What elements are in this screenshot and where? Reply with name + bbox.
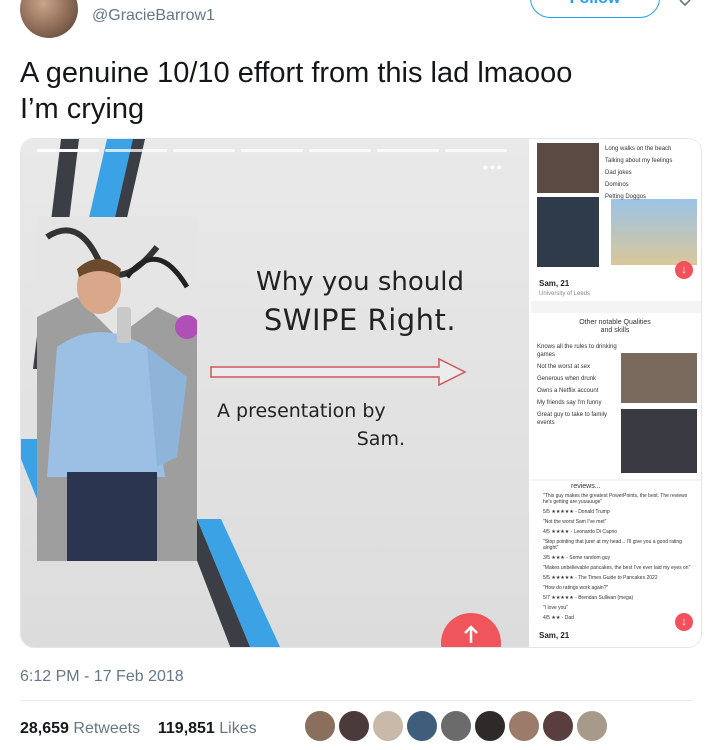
retweets-count[interactable]: 28,659 bbox=[20, 720, 69, 737]
tweet-header: @GracieBarrow1 Follow bbox=[0, 0, 713, 40]
list-item: "I love you" bbox=[543, 605, 568, 611]
divider bbox=[20, 700, 693, 701]
list-item: 5/7 ★★★★★ - Brendan Sullivan (mega) bbox=[543, 595, 634, 601]
tweet-stats: 28,659 Retweets 119,851 Likes bbox=[20, 720, 257, 738]
right-arrow-icon bbox=[210, 357, 467, 387]
progress-bar bbox=[309, 149, 371, 152]
avatar[interactable] bbox=[372, 710, 404, 742]
thumbnail-card-3[interactable]: reviews... "This guy makes the greatest … bbox=[531, 481, 701, 647]
byline-line-2: Sam. bbox=[356, 428, 405, 450]
avatar[interactable] bbox=[542, 710, 574, 742]
tweet-text: A genuine 10/10 effort from this lad lma… bbox=[20, 55, 690, 127]
avatar[interactable] bbox=[474, 710, 506, 742]
thumbnail-photo bbox=[537, 143, 599, 193]
list-item: My friends say I'm funny bbox=[537, 400, 602, 406]
author-avatar[interactable] bbox=[20, 0, 78, 38]
chevron-down-icon[interactable] bbox=[678, 0, 692, 10]
list-item: 3/5 ★★★ - Some random guy bbox=[543, 555, 611, 561]
list-item: 5/5 ★★★★★ - Donald Trump bbox=[543, 509, 610, 515]
reviews-header: reviews... bbox=[571, 483, 601, 490]
avatar[interactable] bbox=[508, 710, 540, 742]
thumbnail-card-2[interactable]: Other notable Qualities and skills Knows… bbox=[531, 313, 701, 479]
slide-byline: A presentation by Sam. bbox=[217, 397, 417, 453]
progress-bar bbox=[445, 149, 507, 152]
chevron-up-icon bbox=[464, 625, 478, 643]
list-item: "Stop pointing that jurer at my head... … bbox=[543, 539, 682, 551]
profile-name: Sam, 21 bbox=[539, 279, 570, 288]
follow-button[interactable]: Follow bbox=[530, 0, 660, 18]
profile-school: University of Leeds bbox=[539, 291, 591, 297]
list-item: Great guy to take to family events bbox=[537, 412, 608, 426]
avatar[interactable] bbox=[406, 710, 438, 742]
list-item: Knows all the rules to drinking games bbox=[537, 344, 617, 358]
photo-illustration bbox=[37, 217, 197, 561]
likes-label[interactable]: Likes bbox=[219, 720, 256, 737]
avatar[interactable] bbox=[304, 710, 336, 742]
byline-line-1: A presentation by bbox=[217, 400, 386, 422]
list-item: "How do ratings work again?" bbox=[543, 585, 609, 591]
thumbnail-photo bbox=[621, 353, 697, 403]
avatar[interactable] bbox=[576, 710, 608, 742]
tweet-media[interactable]: ••• Why you should SWIPE Right. A presen… bbox=[20, 138, 702, 648]
qualities-title-line-1: Other notable Qualities bbox=[579, 319, 651, 326]
presentation-slide[interactable]: ••• Why you should SWIPE Right. A presen… bbox=[21, 139, 529, 647]
slide-title-line-1: Why you should bbox=[255, 267, 464, 297]
list-item: 5/5 ★★★★★ - The Times Guide to Pancakes … bbox=[543, 575, 658, 581]
list-item: Talking about my feelings bbox=[605, 158, 673, 164]
qualities-title: Other notable Qualities and skills bbox=[545, 319, 685, 335]
chevron-down-icon[interactable]: ↓ bbox=[675, 613, 693, 631]
retweets-label[interactable]: Retweets bbox=[73, 720, 140, 737]
list-item: "Not the worst Sam I've met" bbox=[543, 519, 607, 525]
progress-bar bbox=[105, 149, 167, 152]
list-item: "Makes unbelievable pancakes, the best I… bbox=[543, 565, 691, 571]
avatar[interactable] bbox=[338, 710, 370, 742]
author-handle[interactable]: @GracieBarrow1 bbox=[92, 7, 215, 25]
progress-bar bbox=[377, 149, 439, 152]
qualities-list: Knows all the rules to drinking games No… bbox=[537, 343, 617, 431]
thumbnail-card-1[interactable]: Long walks on the beach Talking about my… bbox=[531, 139, 701, 301]
liker-avatars bbox=[304, 710, 608, 744]
reviews-list: "This guy makes the greatest PowerPoints… bbox=[543, 493, 695, 625]
thumbnail-photo bbox=[537, 197, 599, 267]
list-item: Long walks on the beach bbox=[605, 146, 672, 152]
progress-bar bbox=[241, 149, 303, 152]
avatar[interactable] bbox=[440, 710, 472, 742]
thumbnail-photo bbox=[611, 199, 697, 265]
qualities-title-line-2: and skills bbox=[600, 327, 630, 334]
list-item: Dad jokes bbox=[605, 170, 632, 176]
list-item: Generous when drunk bbox=[537, 376, 597, 382]
slide-title-line-2: SWIPE Right. bbox=[263, 303, 457, 337]
list-item: 4/5 ★★ - Dad bbox=[543, 615, 574, 621]
progress-bar bbox=[173, 149, 235, 152]
tweet-text-line-2: I’m crying bbox=[20, 93, 145, 125]
list-item: "This guy makes the greatest PowerPoints… bbox=[543, 493, 688, 505]
profile-name: Sam, 21 bbox=[539, 631, 570, 640]
list-item: Owns a Netflix account bbox=[537, 388, 599, 394]
progress-bar bbox=[37, 149, 99, 152]
profile-photo bbox=[37, 217, 197, 561]
list-item: Petting Doggos bbox=[605, 194, 647, 200]
list-item: 4/5 ★★★★ - Leonardo Di Caprio bbox=[543, 529, 618, 535]
thumbnail-column: Long walks on the beach Talking about my… bbox=[531, 139, 701, 647]
story-progress-bars bbox=[37, 149, 507, 153]
likes-count[interactable]: 119,851 bbox=[158, 720, 215, 737]
hobbies-list: Long walks on the beach Talking about my… bbox=[605, 145, 701, 205]
list-item: Not the worst at sex bbox=[537, 364, 591, 370]
slide-title: Why you should SWIPE Right. bbox=[215, 263, 505, 339]
tweet-text-line-1: A genuine 10/10 effort from this lad lma… bbox=[20, 57, 573, 89]
more-options-icon[interactable]: ••• bbox=[483, 159, 504, 175]
tweet-timestamp[interactable]: 6:12 PM - 17 Feb 2018 bbox=[20, 668, 184, 686]
chevron-down-icon[interactable]: ↓ bbox=[675, 261, 693, 279]
list-item: Dominos bbox=[605, 182, 629, 188]
thumbnail-photo bbox=[621, 409, 697, 473]
